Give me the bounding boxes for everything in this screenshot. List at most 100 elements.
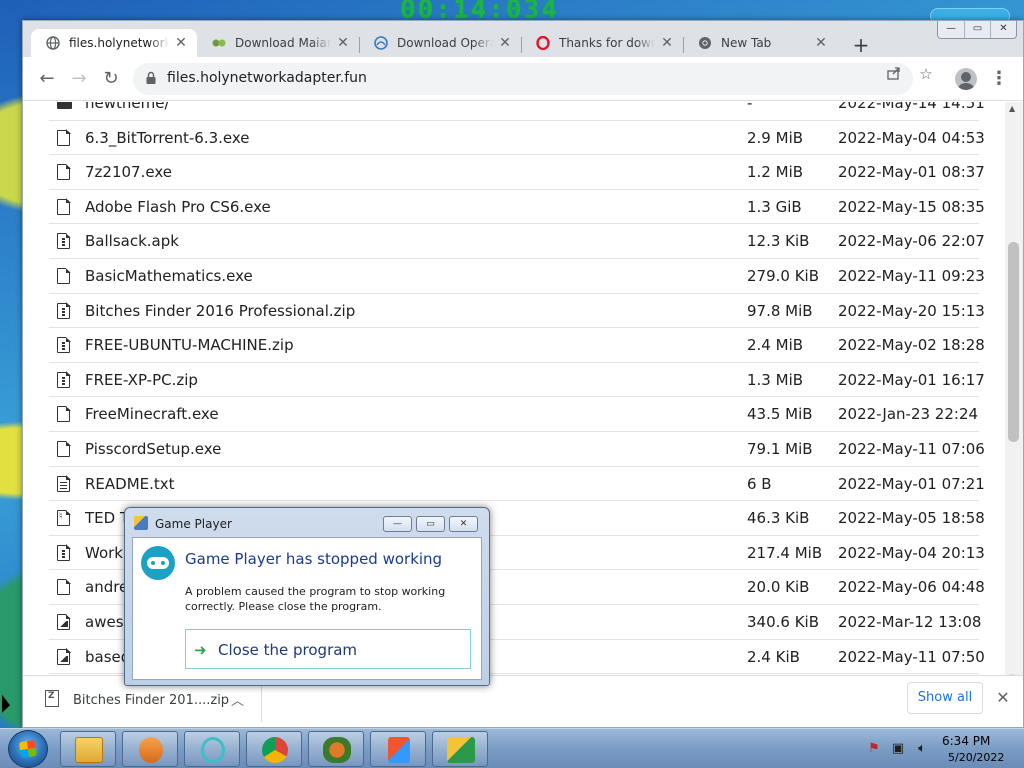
arrow-right-icon: ➜ [194,641,207,659]
download-item[interactable]: Bitches Finder 201....zip ︿ [37,684,261,720]
clock-date[interactable]: 5/20/2022 [948,751,1004,764]
file-date: 2022-May-11 09:23 [838,267,985,285]
table-row: Bitches Finder 2016 Professional.zip 97.8… [49,294,985,329]
new-tab-button[interactable]: + [849,35,873,59]
chevron-up-icon[interactable]: ︿ [231,690,244,709]
tab-close-icon[interactable]: ✕ [335,35,351,51]
game-player-icon [447,737,475,763]
lock-icon[interactable] [145,71,161,87]
tab-download-opera[interactable]: Download Opera Browser ✕ [359,29,521,57]
file-file-icon [57,440,71,457]
file-size: 1.2 MiB [747,163,804,182]
file-name-link[interactable]: PisscordSetup.exe [85,440,221,458]
volume-icon[interactable]: 🔈︎ [914,741,930,757]
tab-download-maiar[interactable]: Download Maiar Browser ✕ [197,29,359,57]
opera-icon [535,35,551,51]
file-date: 2022-May-04 04:53 [838,128,985,147]
clock-time[interactable]: 6:34 PM [942,734,990,748]
tab-close-icon[interactable]: ✕ [497,35,513,51]
taskbar-file-explorer[interactable] [60,731,116,767]
globe-icon [45,35,61,51]
network-icon[interactable]: ▣ [890,741,906,757]
file-name-link[interactable]: newtheme/ [85,102,170,112]
file-name-link[interactable]: Adobe Flash Pro CS6.exe [85,198,271,216]
file-name-link[interactable]: README.txt [85,475,175,493]
file-date: 2022-May-06 22:07 [838,232,985,251]
file-name-link[interactable]: 6.3_BitTorrent-6.3.exe [85,129,250,147]
pdf-file-icon [57,509,71,527]
taskbar-opera-gx[interactable] [184,731,240,767]
table-row: Adobe Flash Pro CS6.exe 1.3 GiB 2022-May-1… [49,190,985,225]
taskbar-maiar[interactable] [308,731,364,767]
file-size: - [747,102,753,112]
maiar-icon [211,35,227,51]
show-all-button[interactable]: Show all [907,682,983,714]
vertical-scrollbar[interactable]: ▲ ▼ [1005,102,1023,684]
file-name-link[interactable]: FREE-UBUNTU-MACHINE.zip [85,336,294,354]
window-minimize-button[interactable]: — [938,21,964,38]
scroll-thumb[interactable] [1008,242,1019,442]
tab-files-holynetworkadapter[interactable]: files.holynetworkadapter.fun ✕ [31,29,197,57]
file-size: 2.4 KiB [747,647,800,666]
gamepad-icon [141,546,175,580]
close-program-button[interactable]: ➜ Close the program [185,629,471,669]
reload-button[interactable]: ↻ [99,67,123,91]
file-date: 2022-May-04 20:13 [838,543,985,562]
dialog-titlebar[interactable]: Game Player — ▭ ✕ [125,508,489,536]
error-dialog: Game Player — ▭ ✕ Game Player has stoppe… [124,507,490,686]
file-name-link[interactable]: 7z2107.exe [85,163,172,181]
table-row: 6.3_BitTorrent-6.3.exe 2.9 MiB 2022-May-04… [49,121,985,156]
dialog-maximize-button[interactable]: ▭ [416,516,445,532]
tab-title: files.holynetworkadapter.fun [69,36,169,50]
file-date: 2022-May-20 15:13 [838,301,985,320]
download-shelf-divider [261,682,262,722]
bookmark-star-icon[interactable]: ☆ [917,65,935,83]
zip-file-icon [45,690,59,707]
dialog-body: Game Player has stopped working A proble… [132,537,482,680]
table-row: Ballsack.apk 12.3 KiB 2022-May-06 22:07 [49,224,985,259]
dialog-minimize-button[interactable]: — [383,516,412,532]
file-name-link[interactable]: BasicMathematics.exe [85,267,253,285]
file-size: 340.6 KiB [747,613,820,631]
taskbar-office[interactable] [370,731,426,767]
profile-avatar[interactable] [955,68,977,90]
file-size: 2.4 MiB [747,336,804,355]
tab-close-icon[interactable]: ✕ [659,35,675,51]
action-center-icon[interactable]: ⚑ [866,741,882,757]
start-button[interactable] [8,730,48,768]
system-tray: ⚑ ▣ 🔈︎ 6:34 PM 5/20/2022 [860,729,1020,768]
folder-icon [57,102,72,109]
taskbar-chrome[interactable] [246,731,302,767]
window-close-button[interactable]: ✕ [990,21,1016,38]
close-program-label: Close the program [218,641,358,659]
file-size: 1.3 MiB [747,370,804,389]
address-bar[interactable]: files.holynetworkadapter.fun [133,63,913,95]
img-file-icon [57,648,71,665]
file-date: 2022-Mar-12 13:08 [838,613,982,631]
taskbar-media-player[interactable] [122,731,178,767]
taskbar-game-player[interactable] [432,731,488,767]
file-name-link[interactable]: andre [85,578,128,596]
game-player-icon [134,516,148,530]
dialog-close-button[interactable]: ✕ [449,516,478,532]
table-row: FreeMinecraft.exe 43.5 MiB 2022-Jan-23 22:… [49,397,979,432]
file-name-link[interactable]: Ballsack.apk [85,232,179,250]
share-icon[interactable] [885,65,903,83]
tab-close-icon[interactable]: ✕ [813,35,829,51]
file-name-link[interactable]: Bitches Finder 2016 Professional.zip [85,302,355,320]
back-button[interactable]: ← [35,67,59,91]
kebab-menu-icon[interactable]: ⋮ [989,67,1009,91]
file-size: 79.1 MiB [747,440,813,458]
tab-thanks-for-downloading[interactable]: Thanks for downloading ✕ [521,29,683,57]
file-size: 46.3 KiB [747,509,810,528]
close-icon[interactable]: ✕ [993,686,1013,710]
tab-close-icon[interactable]: ✕ [173,35,189,51]
file-date: 2022-May-01 08:37 [838,163,985,182]
tab-new-tab[interactable]: New Tab ✕ [683,29,837,57]
forward-button[interactable]: → [67,67,91,91]
scroll-up-icon[interactable]: ▲ [1009,104,1015,113]
window-maximize-button[interactable]: ▭ [964,21,990,38]
file-name-link[interactable]: FreeMinecraft.exe [85,405,219,423]
file-name-link[interactable]: FREE-XP-PC.zip [85,371,198,389]
file-size: 43.5 MiB [747,405,813,424]
